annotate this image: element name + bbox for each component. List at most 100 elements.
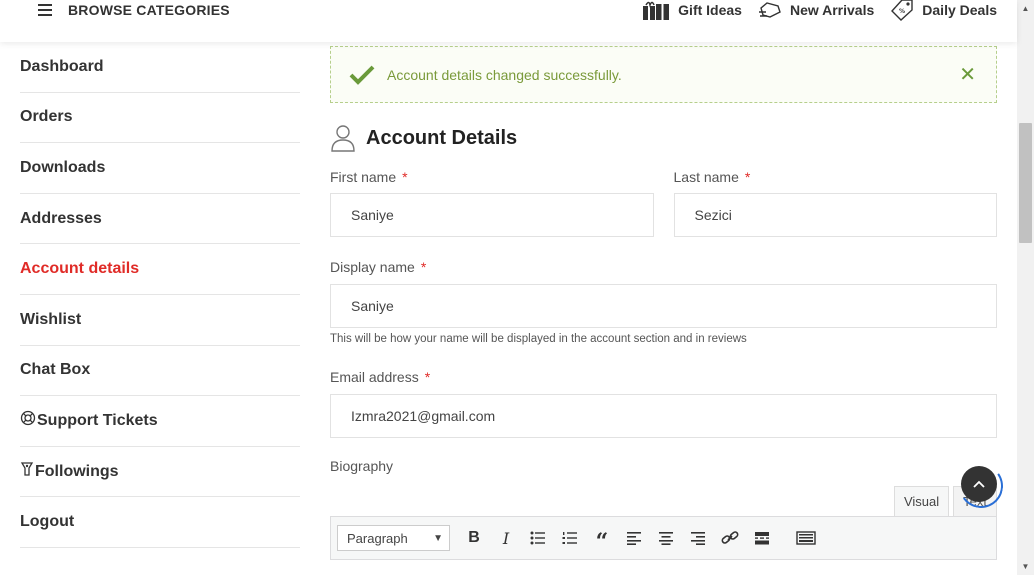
quote-icon: “ [595, 529, 609, 555]
required-mark: * [402, 169, 408, 185]
page-title: Account Details [366, 126, 518, 149]
read-more-icon [755, 532, 769, 545]
new-arrivals-link[interactable]: New Arrivals [758, 0, 874, 20]
sidebar-item-label: Addresses [20, 209, 102, 227]
numbered-list-icon [562, 532, 577, 544]
scroll-up-arrow[interactable]: ▲ [1017, 0, 1034, 17]
first-name-label-text: First name [330, 169, 397, 185]
align-right-icon [691, 532, 705, 545]
new-arrivals-label: New Arrivals [789, 2, 875, 18]
sidebar-item-label: Followings [35, 462, 119, 480]
email-field[interactable]: Izmra2021@gmail.com [330, 394, 997, 438]
daily-deals-label: Daily Deals [922, 2, 997, 18]
browse-categories-button[interactable]: BROWSE CATEGORIES [38, 0, 230, 20]
required-mark: * [744, 169, 751, 185]
biography-group: Biography Visual Text Paragraph ▼ B I “ [330, 456, 997, 560]
biography-label: Biography [330, 458, 394, 474]
lifebuoy-icon [20, 410, 36, 431]
email-label: Email address * [330, 367, 997, 387]
sidebar-item-label: Support Tickets [37, 411, 158, 429]
chevron-up-icon [973, 480, 985, 488]
last-name-group: Last name * Sezici [673, 167, 998, 237]
price-tag-icon: % [891, 0, 913, 21]
gift-icon [643, 1, 670, 20]
follow-icon [20, 461, 34, 482]
success-notice: Account details changed successfully. ✕ [330, 46, 997, 103]
sidebar-item-downloads[interactable]: Downloads [20, 143, 300, 194]
keyboard-icon [796, 531, 816, 545]
required-mark: * [424, 369, 431, 385]
align-right-button[interactable] [682, 523, 714, 553]
blockquote-button[interactable]: “ [586, 523, 618, 553]
sidebar-item-addresses[interactable]: Addresses [20, 194, 300, 245]
browse-categories-label: BROWSE CATEGORIES [68, 2, 230, 18]
email-label-text: Email address [330, 369, 419, 385]
sidebar-item-label: Wishlist [20, 310, 82, 328]
sidebar-item-label: Logout [20, 513, 75, 531]
display-name-help: This will be how your name will be displ… [330, 333, 747, 345]
sidebar-item-label: Chat Box [20, 361, 91, 379]
chevron-down-icon: ▼ [433, 532, 443, 544]
display-name-label-text: Display name [330, 259, 415, 275]
close-icon[interactable]: ✕ [959, 65, 976, 85]
back-to-top-button[interactable] [961, 466, 997, 502]
page-scrollbar[interactable]: ▲ ▼ [1017, 0, 1034, 575]
first-name-label: First name * [330, 167, 654, 187]
sidebar-item-wishlist[interactable]: Wishlist [20, 295, 300, 346]
user-icon [331, 125, 355, 152]
account-details-panel: Account details changed successfully. ✕ … [330, 42, 997, 560]
align-center-button[interactable] [650, 523, 682, 553]
svg-text:%: % [899, 8, 905, 15]
bold-button[interactable]: B [458, 523, 490, 553]
sidebar-item-label: Account details [20, 260, 140, 278]
italic-button[interactable]: I [490, 523, 522, 553]
sidebar-item-label: Dashboard [20, 57, 104, 75]
read-more-button[interactable] [746, 523, 778, 553]
account-sidebar: Dashboard Orders Downloads Addresses Acc… [20, 42, 300, 548]
section-header: Account Details [330, 121, 997, 155]
required-mark: * [420, 259, 427, 275]
sidebar-item-label: Downloads [20, 158, 106, 176]
sidebar-item-logout[interactable]: Logout [20, 497, 300, 548]
new-arrivals-icon [758, 2, 781, 18]
format-select-value: Paragraph [347, 530, 408, 546]
hamburger-menu-icon [38, 4, 54, 16]
gift-ideas-link[interactable]: Gift Ideas [642, 0, 742, 20]
tab-visual[interactable]: Visual [893, 486, 950, 516]
checkmark-icon [349, 65, 375, 85]
editor-tabs: Visual Text [330, 486, 997, 516]
toolbar-toggle-button[interactable] [790, 523, 822, 553]
editor-toolbar: Paragraph ▼ B I “ [330, 516, 997, 560]
align-left-icon [627, 532, 641, 545]
sidebar-item-orders[interactable]: Orders [20, 93, 300, 144]
sidebar-item-support-tickets[interactable]: Support Tickets [20, 396, 300, 447]
bullet-list-icon [530, 531, 545, 545]
quick-links: Gift Ideas New Arrivals % Daily Deals [642, 0, 997, 21]
link-icon [721, 531, 739, 544]
first-name-input[interactable]: Saniye [330, 193, 654, 237]
display-name-group: Display name * Saniye This will be how yo… [330, 257, 997, 345]
sidebar-item-label: Orders [20, 108, 73, 126]
format-select[interactable]: Paragraph ▼ [337, 525, 450, 551]
numbered-list-button[interactable] [554, 523, 586, 553]
success-message: Account details changed successfully. [387, 66, 622, 83]
email-group: Email address * Izmra2021@gmail.com [330, 367, 997, 438]
gift-ideas-label: Gift Ideas [678, 2, 742, 18]
sidebar-item-chat-box[interactable]: Chat Box [20, 346, 300, 397]
sidebar-item-account-details[interactable]: Account details [20, 244, 300, 295]
top-header: BROWSE CATEGORIES Gift Ideas New Arrival… [0, 0, 1017, 42]
last-name-label-text: Last name [673, 169, 739, 185]
scrollbar-thumb[interactable] [1019, 123, 1032, 243]
display-name-label: Display name * [330, 257, 997, 277]
link-button[interactable] [714, 523, 746, 553]
sidebar-item-dashboard[interactable]: Dashboard [20, 42, 300, 93]
display-name-input[interactable]: Saniye [330, 284, 997, 328]
last-name-label: Last name * [674, 167, 998, 187]
bullet-list-button[interactable] [522, 523, 554, 553]
last-name-input[interactable]: Sezici [673, 193, 997, 237]
daily-deals-link[interactable]: % Daily Deals [890, 0, 997, 21]
sidebar-item-followings[interactable]: Followings [20, 447, 300, 498]
first-name-group: First name * Saniye [330, 167, 654, 237]
scroll-down-arrow[interactable]: ▼ [1017, 558, 1034, 575]
align-left-button[interactable] [618, 523, 650, 553]
